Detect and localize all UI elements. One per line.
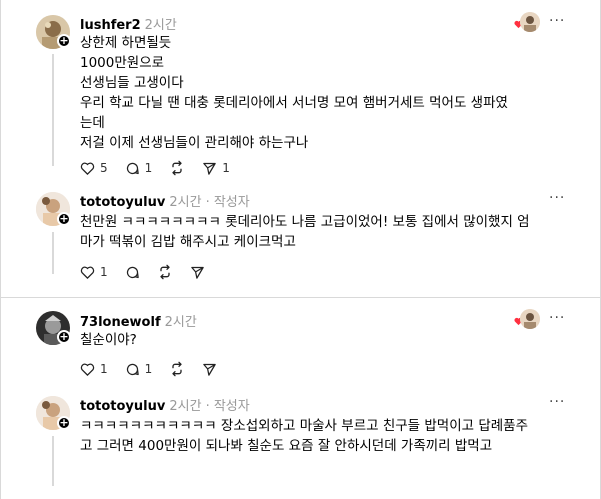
- more-options-icon[interactable]: ···: [549, 13, 565, 29]
- post-line: 우리 학교 다닐 땐 대충 롯데리아에서 서너명 모여 햄버거세트 먹어도 생파…: [80, 95, 508, 111]
- like-button[interactable]: 1: [80, 265, 108, 280]
- repost-icon: [172, 160, 182, 176]
- comment-button[interactable]: 1: [125, 161, 153, 176]
- comment-icon: [126, 266, 139, 278]
- username[interactable]: tototoyuluv: [80, 195, 165, 210]
- post-line: 천만원 ㅋㅋㅋㅋㅋㅋㅋㅋ 롯데리아도 나름 고급이었어! 보통 집에서 많이했지…: [80, 214, 530, 230]
- post-actions: 5 1 1: [80, 158, 247, 178]
- post-line: 상한제 하면될듯: [80, 35, 172, 51]
- thread-line: [52, 54, 54, 166]
- send-icon: [203, 162, 217, 175]
- repost-button[interactable]: [169, 361, 185, 377]
- follow-plus-icon[interactable]: +: [57, 212, 71, 226]
- more-options-icon[interactable]: ···: [549, 310, 565, 326]
- repost-icon: [172, 361, 182, 377]
- post-line: 저걸 이제 선생님들이 관리해야 하는구나: [80, 135, 309, 151]
- username[interactable]: 73lonewolf: [80, 315, 161, 330]
- author-tag: · 작성자: [205, 399, 250, 414]
- repost-icon: [159, 264, 170, 280]
- post-line: ㅋㅋㅋㅋㅋㅋㅋㅋㅋㅋㅋ 장소섭외하고 마술사 부르고 친구들 밥먹이고 답례품주: [80, 418, 529, 434]
- thread-line: [52, 232, 54, 274]
- post-body: 상한제 하면될듯 1000만원으로 선생님들 고생이다 우리 학교 다닐 땐 대…: [80, 33, 580, 153]
- username[interactable]: lushfer2: [80, 18, 141, 33]
- timestamp: 2시간: [164, 315, 197, 330]
- comment-count: 1: [144, 362, 153, 376]
- comment-button[interactable]: [125, 265, 140, 280]
- heart-icon: [80, 162, 95, 175]
- post-line: 칠순이야?: [80, 332, 137, 348]
- liker-avatar: [520, 12, 540, 32]
- follow-plus-icon[interactable]: +: [57, 34, 71, 48]
- post-header: tototoyuluv 2시간 · 작성자: [80, 395, 250, 414]
- comment-count: 1: [144, 161, 153, 175]
- liker-avatar: [520, 309, 540, 329]
- timestamp: 2시간: [144, 18, 177, 33]
- post-header: 73lonewolf 2시간: [80, 311, 197, 330]
- share-button[interactable]: [202, 362, 217, 377]
- thread-line: [52, 436, 54, 486]
- send-icon: [190, 266, 204, 279]
- comment-button[interactable]: 1: [125, 362, 153, 377]
- author-tag: · 작성자: [205, 195, 250, 210]
- repost-button[interactable]: [169, 160, 185, 176]
- post-line: 선생님들 고생이다: [80, 75, 184, 91]
- like-button[interactable]: 5: [80, 161, 108, 176]
- timestamp: 2시간: [169, 399, 202, 414]
- repost-button[interactable]: [157, 264, 173, 280]
- follow-plus-icon[interactable]: +: [57, 416, 71, 430]
- post-actions: 1: [80, 262, 222, 282]
- comment-icon: [126, 363, 139, 375]
- thread-container: + lushfer2 2시간 ··· 상한제 하면될듯 1000만원으로 선생님들…: [0, 0, 601, 499]
- share-button[interactable]: [190, 265, 205, 280]
- post-body: 칠순이야?: [80, 330, 580, 350]
- heart-icon: [80, 266, 95, 279]
- post-line: 마가 떡볶이 김밥 해주시고 케이크먹고: [80, 234, 296, 250]
- post-body: ㅋㅋㅋㅋㅋㅋㅋㅋㅋㅋㅋ 장소섭외하고 마술사 부르고 친구들 밥먹이고 답례품주…: [80, 416, 580, 456]
- post-header: tototoyuluv 2시간 · 작성자: [80, 191, 250, 210]
- share-button[interactable]: 1: [202, 161, 230, 176]
- thread-divider: [1, 297, 601, 298]
- share-count: 1: [222, 161, 230, 175]
- like-button[interactable]: 1: [80, 362, 108, 377]
- heart-icon: [80, 363, 95, 376]
- follow-plus-icon[interactable]: +: [57, 330, 71, 344]
- like-count: 1: [100, 265, 108, 279]
- post-body: 천만원 ㅋㅋㅋㅋㅋㅋㅋㅋ 롯데리아도 나름 고급이었어! 보통 집에서 많이했지…: [80, 212, 580, 252]
- like-count: 1: [100, 362, 108, 376]
- more-options-icon[interactable]: ···: [549, 394, 565, 410]
- comment-icon: [126, 162, 139, 174]
- more-options-icon[interactable]: ···: [549, 190, 565, 206]
- username[interactable]: tototoyuluv: [80, 399, 165, 414]
- post-line: 고 그러면 400만원이 되나봐 칠순도 요즘 잘 안하시던데 가족끼리 밥먹고: [80, 438, 493, 454]
- timestamp: 2시간: [169, 195, 202, 210]
- post-actions: 1 1: [80, 359, 234, 379]
- post-line: 는데: [80, 115, 105, 131]
- send-icon: [203, 363, 217, 376]
- post-line: 1000만원으로: [80, 55, 165, 71]
- post-header: lushfer2 2시간: [80, 14, 177, 33]
- like-count: 5: [100, 161, 108, 175]
